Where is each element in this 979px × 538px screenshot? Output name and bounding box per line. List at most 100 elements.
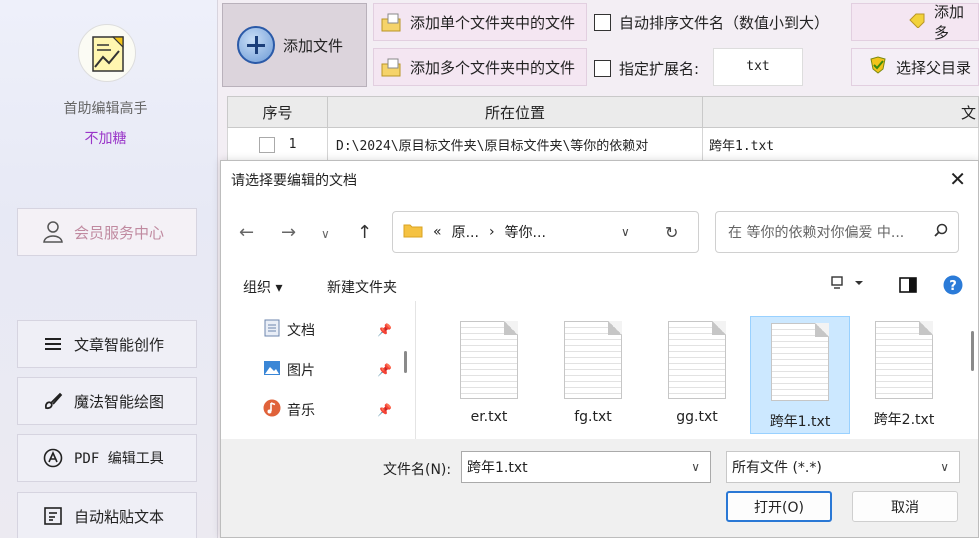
file-item[interactable]: fg.txt [543,315,643,433]
row-index-cell: 1 [228,128,328,161]
text-file-icon [564,321,622,399]
search-icon[interactable] [934,223,948,241]
text-file-icon [875,321,933,399]
add-file-label: 添加文件 [283,36,344,55]
table-row[interactable]: 1 D:\2024\原目标文件夹\原目标文件夹\等你的依赖对 跨年1.txt [227,128,979,162]
choose-parent-label: 选择父目录 [896,58,972,77]
refresh-icon[interactable]: ↻ [665,223,678,242]
add-file-button[interactable]: 添加文件 [222,3,367,87]
add-more-button[interactable]: 添加多 [851,3,979,42]
check-shield-icon [868,56,888,78]
add-single-folder-button[interactable]: 添加单个文件夹中的文件 [373,3,587,41]
text-file-icon [460,321,518,399]
pin-icon[interactable]: 📌 [377,403,392,417]
file-item[interactable]: gg.txt [647,315,747,433]
pictures-icon [263,359,281,381]
file-list-scrollbar[interactable] [971,331,974,371]
column-header-location[interactable]: 所在位置 [328,97,703,127]
nav-item-music[interactable]: 音乐 [263,399,315,421]
svg-text:?: ? [949,279,957,294]
file-name: 跨年1.txt [769,414,831,430]
specify-ext-checkbox[interactable]: 指定扩展名: [594,58,699,79]
pdf-tool-icon [42,447,64,469]
pin-icon[interactable]: 📌 [377,323,392,337]
forward-arrow-icon[interactable]: → [281,222,296,243]
row-location: D:\2024\原目标文件夹\原目标文件夹\等你的依赖对 [328,128,703,161]
text-file-icon [771,323,829,401]
checkbox-box[interactable] [594,60,611,77]
folder-add-icon [380,58,402,77]
preview-pane-icon[interactable] [899,277,917,297]
back-arrow-icon[interactable]: ← [239,222,254,243]
nav-item-documents[interactable]: 文档 [263,319,315,341]
row-index: 1 [288,137,297,152]
choose-parent-button[interactable]: 选择父目录 [851,48,979,86]
file-type-select[interactable]: 所有文件 (*.*) ∨ [726,451,960,483]
nav-item-label: 图片 [287,363,315,379]
nav-scrollbar[interactable] [404,351,407,373]
navigation-pane: 文档 📌 图片 📌 音乐 📌 [221,307,407,439]
file-item-selected[interactable]: 跨年1.txt [750,316,850,434]
organize-button[interactable]: 组织 ▾ [243,277,282,297]
add-more-label: 添加多 [934,3,965,42]
filename-input[interactable]: 跨年1.txt ∨ [461,451,711,483]
plus-icon [237,26,275,64]
up-arrow-icon[interactable]: ↑ [357,222,372,243]
chevron-down-icon[interactable]: ∨ [621,225,630,239]
address-bar[interactable]: « 原... › 等你... ∨ ↻ [392,211,699,253]
sidebar-item-label: 自动粘贴文本 [74,507,165,526]
extension-input[interactable]: txt [713,48,803,86]
file-table-header: 序号 所在位置 文 [227,96,979,128]
chevron-down-icon[interactable]: ∨ [940,460,949,474]
sidebar-item-article[interactable]: 文章智能创作 [17,320,197,368]
file-name: 跨年2.txt [873,412,935,428]
tag-icon [908,12,926,32]
filename-value: 跨年1.txt [467,460,528,476]
row-checkbox[interactable] [258,136,275,153]
auto-sort-label: 自动排序文件名（数值小到大） [619,14,830,32]
file-name: er.txt [470,409,508,425]
pin-icon[interactable]: 📌 [377,363,392,377]
specify-ext-label: 指定扩展名: [619,60,700,78]
open-button[interactable]: 打开(O) [726,491,832,522]
view-icon[interactable] [831,275,865,295]
new-folder-button[interactable]: 新建文件夹 [327,277,397,297]
cancel-button[interactable]: 取消 [852,491,958,522]
sidebar-item-paste[interactable]: 自动粘贴文本 [17,492,197,538]
add-single-folder-label: 添加单个文件夹中的文件 [410,13,576,32]
recent-chevron-icon[interactable]: ∨ [321,227,330,241]
file-item[interactable]: er.txt [439,315,539,433]
search-input[interactable]: 在 等你的依赖对你偏爱 中... [715,211,959,253]
sidebar-item-drawing[interactable]: 魔法智能绘图 [17,377,197,425]
open-file-dialog: 请选择要编辑的文档 ✕ ← → ∨ ↑ « 原... › 等你... ∨ ↻ 在… [220,160,979,538]
nav-item-pictures[interactable]: 图片 [263,359,315,381]
add-multi-folder-button[interactable]: 添加多个文件夹中的文件 [373,48,587,86]
sidebar-item-label: PDF 编辑工具 [74,451,164,467]
checkbox-box[interactable] [594,14,611,31]
music-icon [263,399,281,421]
documents-icon [263,319,281,341]
auto-sort-checkbox[interactable]: 自动排序文件名（数值小到大） [594,12,829,33]
row-filename: 跨年1.txt [709,139,775,154]
breadcrumb-item[interactable]: 原... [452,222,479,242]
user-icon [42,221,64,243]
file-type-value: 所有文件 (*.*) [732,460,822,476]
folder-add-icon [380,13,402,32]
paste-icon [42,505,64,527]
brush-icon [42,390,64,412]
sidebar-item-pdf[interactable]: PDF 编辑工具 [17,434,197,482]
breadcrumb-item[interactable]: 等你... [505,222,546,242]
chevron-down-icon[interactable]: ∨ [691,460,700,474]
help-icon[interactable]: ? [943,275,963,299]
app-name: 首助编辑高手 [63,101,148,117]
member-center-button[interactable]: 会员服务中心 [17,208,197,256]
column-header-name[interactable]: 文 [703,97,978,127]
file-list: er.txt fg.txt gg.txt 跨年1.txt 跨年2.txt [415,301,974,439]
close-icon[interactable]: ✕ [949,167,966,191]
filename-label: 文件名(N): [383,462,452,478]
column-header-index[interactable]: 序号 [228,97,328,127]
file-item[interactable]: 跨年2.txt [854,315,954,433]
nav-item-label: 音乐 [287,403,315,419]
breadcrumb-overflow[interactable]: « [433,224,442,240]
dialog-footer: 文件名(N): 跨年1.txt ∨ 所有文件 (*.*) ∨ 打开(O) 取消 [221,439,978,537]
